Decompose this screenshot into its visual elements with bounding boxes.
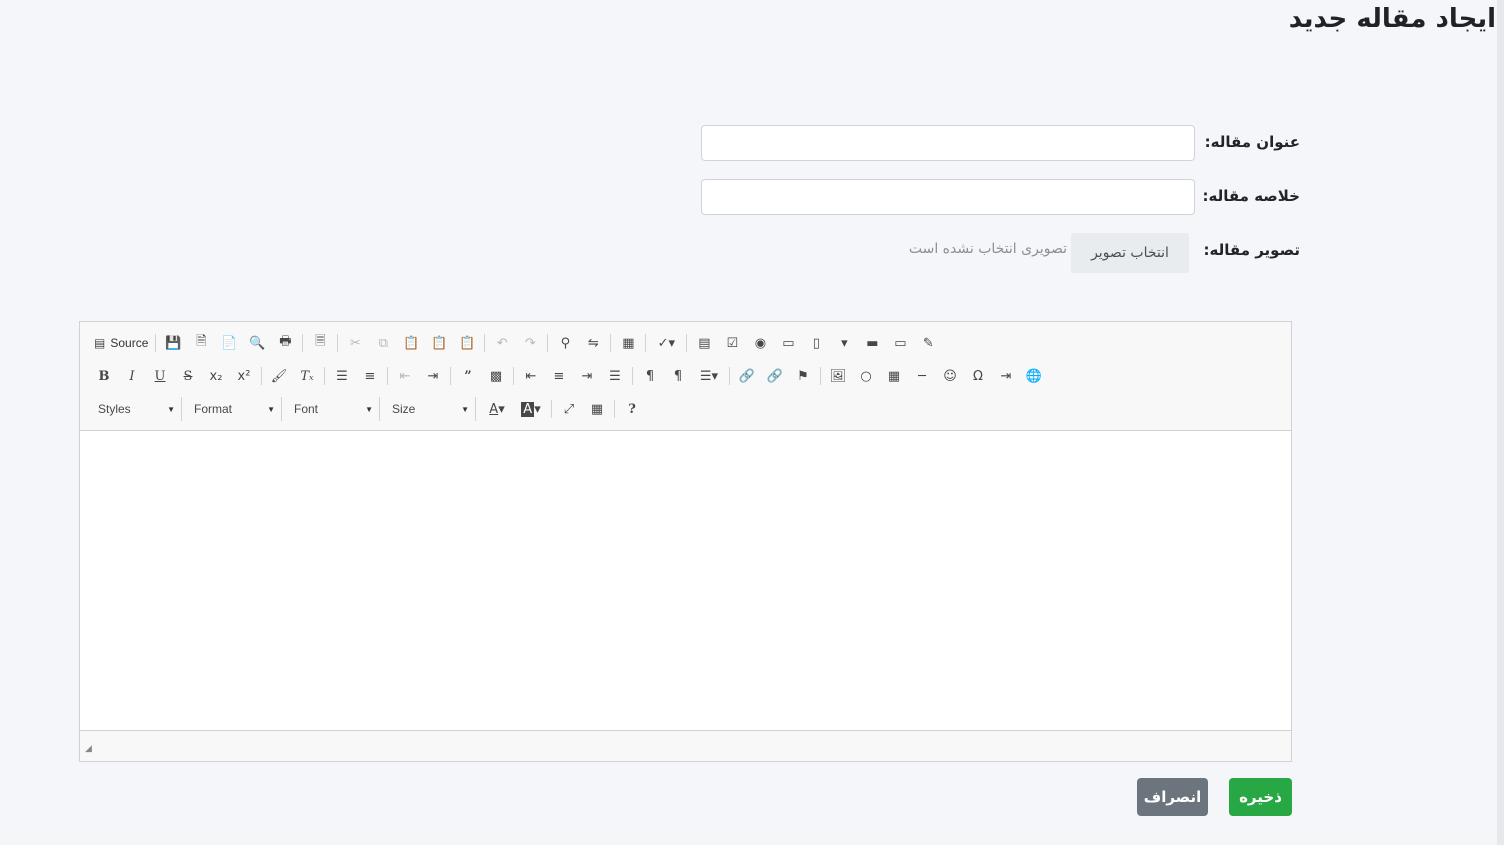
ltr-icon[interactable]: ¶ <box>636 364 664 388</box>
copy-icon[interactable]: ⧉ <box>369 331 397 355</box>
article-image-label: تصویر مقاله: <box>1203 241 1300 259</box>
special-char-icon[interactable]: Ω <box>964 364 992 388</box>
unlink-icon[interactable]: 🔗 <box>761 364 789 388</box>
source-label: Source <box>110 336 149 350</box>
select-field-icon[interactable]: ▾ <box>830 331 858 355</box>
subscript-icon[interactable]: x₂ <box>202 364 230 388</box>
redo-icon[interactable]: ↷ <box>516 331 544 355</box>
numbered-list-icon[interactable]: ☰ <box>328 364 356 388</box>
chevron-down-icon: ▼ <box>167 405 175 414</box>
replace-icon[interactable]: ⇋ <box>579 331 607 355</box>
chevron-down-icon: ▼ <box>267 405 275 414</box>
horizontal-line-icon[interactable]: ─ <box>908 364 936 388</box>
paste-icon[interactable]: 📋 <box>397 331 425 355</box>
paste-word-icon[interactable]: 📋 <box>453 331 481 355</box>
superscript-icon[interactable]: x² <box>230 364 258 388</box>
align-right-icon[interactable]: ⇥ <box>573 364 601 388</box>
font-dropdown[interactable]: Font ▼ <box>286 397 380 421</box>
spellcheck-icon[interactable]: ✓▾ <box>649 331 683 355</box>
editor-statusbar: ◢ <box>80 730 1291 761</box>
textarea-icon[interactable]: ▯ <box>802 331 830 355</box>
align-left-icon[interactable]: ⇤ <box>517 364 545 388</box>
article-summary-input[interactable] <box>701 179 1195 215</box>
font-label: Font <box>294 402 319 416</box>
iframe-icon[interactable]: 🌐 <box>1020 364 1048 388</box>
format-label: Format <box>194 402 233 416</box>
underline-icon[interactable]: U <box>146 364 174 388</box>
smiley-icon[interactable]: ☺ <box>936 364 964 388</box>
button-field-icon[interactable]: ▬ <box>858 331 886 355</box>
link-icon[interactable]: 🔗 <box>733 364 761 388</box>
language-icon[interactable]: ☰▾ <box>692 364 726 388</box>
article-title-input[interactable] <box>701 125 1195 161</box>
maximize-icon[interactable]: ⤢ <box>555 397 583 421</box>
align-center-icon[interactable]: ≡ <box>545 364 573 388</box>
cut-icon[interactable]: ✂ <box>341 331 369 355</box>
image-status-text: تصویری انتخاب نشده است <box>908 241 1067 257</box>
undo-icon[interactable]: ↶ <box>488 331 516 355</box>
form-icon[interactable]: ▤ <box>690 331 718 355</box>
editor-content-area[interactable] <box>80 431 1291 731</box>
hidden-field-icon[interactable]: ✎ <box>914 331 942 355</box>
export-pdf-icon[interactable]: 📄 <box>215 331 243 355</box>
size-label: Size <box>392 402 416 416</box>
find-icon[interactable]: ⚲ <box>551 331 579 355</box>
text-field-icon[interactable]: ▭ <box>774 331 802 355</box>
new-page-icon[interactable]: 🗎 <box>187 331 215 355</box>
blockquote-icon[interactable]: ” <box>454 364 482 388</box>
format-dropdown[interactable]: Format ▼ <box>186 397 282 421</box>
source-icon: ▤ <box>94 336 106 350</box>
outdent-icon[interactable]: ⇤ <box>391 364 419 388</box>
cancel-button[interactable]: انصراف <box>1137 778 1208 816</box>
templates-icon[interactable]: 🗏 <box>306 331 334 355</box>
editor-toolbar: ▤ Source 💾 🗎 📄 🔍 🖶 🗏 ✂ ⧉ 📋 📋 📋 ↶ ↷ ⚲ ⇋ ▦… <box>80 322 1291 431</box>
choose-image-button[interactable]: انتخاب تصویر <box>1071 233 1189 273</box>
strikethrough-icon[interactable]: S <box>174 364 202 388</box>
bulleted-list-icon[interactable]: ≡ <box>356 364 384 388</box>
source-button[interactable]: ▤ Source <box>90 331 152 355</box>
preview-icon[interactable]: 🔍 <box>243 331 271 355</box>
flash-icon[interactable]: ○ <box>852 364 880 388</box>
chevron-down-icon: ▼ <box>461 405 469 414</box>
image-button-icon[interactable]: ▭ <box>886 331 914 355</box>
remove-format-icon[interactable]: Tₓ <box>293 364 321 388</box>
scrollbar[interactable] <box>1497 0 1504 845</box>
select-all-icon[interactable]: ▦ <box>614 331 642 355</box>
copy-format-icon[interactable]: 🖌 <box>265 364 293 388</box>
help-icon[interactable]: ? <box>618 397 646 421</box>
chevron-down-icon: ▼ <box>365 405 373 414</box>
radio-icon[interactable]: ◉ <box>746 331 774 355</box>
anchor-icon[interactable]: ⚑ <box>789 364 817 388</box>
bold-icon[interactable]: B <box>90 364 118 388</box>
table-icon[interactable]: ▦ <box>880 364 908 388</box>
text-color-icon[interactable]: A ▾ <box>480 397 514 421</box>
styles-dropdown[interactable]: Styles ▼ <box>90 397 182 421</box>
save-button[interactable]: ذخیره <box>1229 778 1292 816</box>
article-title-label: عنوان مقاله: <box>1204 133 1300 151</box>
image-icon[interactable]: 🖼 <box>824 364 852 388</box>
checkbox-icon[interactable]: ☑ <box>718 331 746 355</box>
rich-text-editor: ▤ Source 💾 🗎 📄 🔍 🖶 🗏 ✂ ⧉ 📋 📋 📋 ↶ ↷ ⚲ ⇋ ▦… <box>79 321 1292 762</box>
background-color-icon[interactable]: A ▾ <box>514 397 548 421</box>
justify-icon[interactable]: ☰ <box>601 364 629 388</box>
paste-text-icon[interactable]: 📋 <box>425 331 453 355</box>
resize-handle-icon[interactable]: ◢ <box>85 744 92 754</box>
show-blocks-icon[interactable]: ▦ <box>583 397 611 421</box>
indent-icon[interactable]: ⇥ <box>419 364 447 388</box>
print-icon[interactable]: 🖶 <box>271 331 299 355</box>
save-doc-icon[interactable]: 💾 <box>159 331 187 355</box>
rtl-icon[interactable]: ¶ <box>664 364 692 388</box>
div-container-icon[interactable]: ▩ <box>482 364 510 388</box>
styles-label: Styles <box>98 402 131 416</box>
size-dropdown[interactable]: Size ▼ <box>384 397 476 421</box>
page-break-icon[interactable]: ⇥ <box>992 364 1020 388</box>
article-summary-label: خلاصه مقاله: <box>1202 187 1300 205</box>
page-title: ایجاد مقاله جدید <box>1288 4 1496 34</box>
italic-icon[interactable]: I <box>118 364 146 388</box>
